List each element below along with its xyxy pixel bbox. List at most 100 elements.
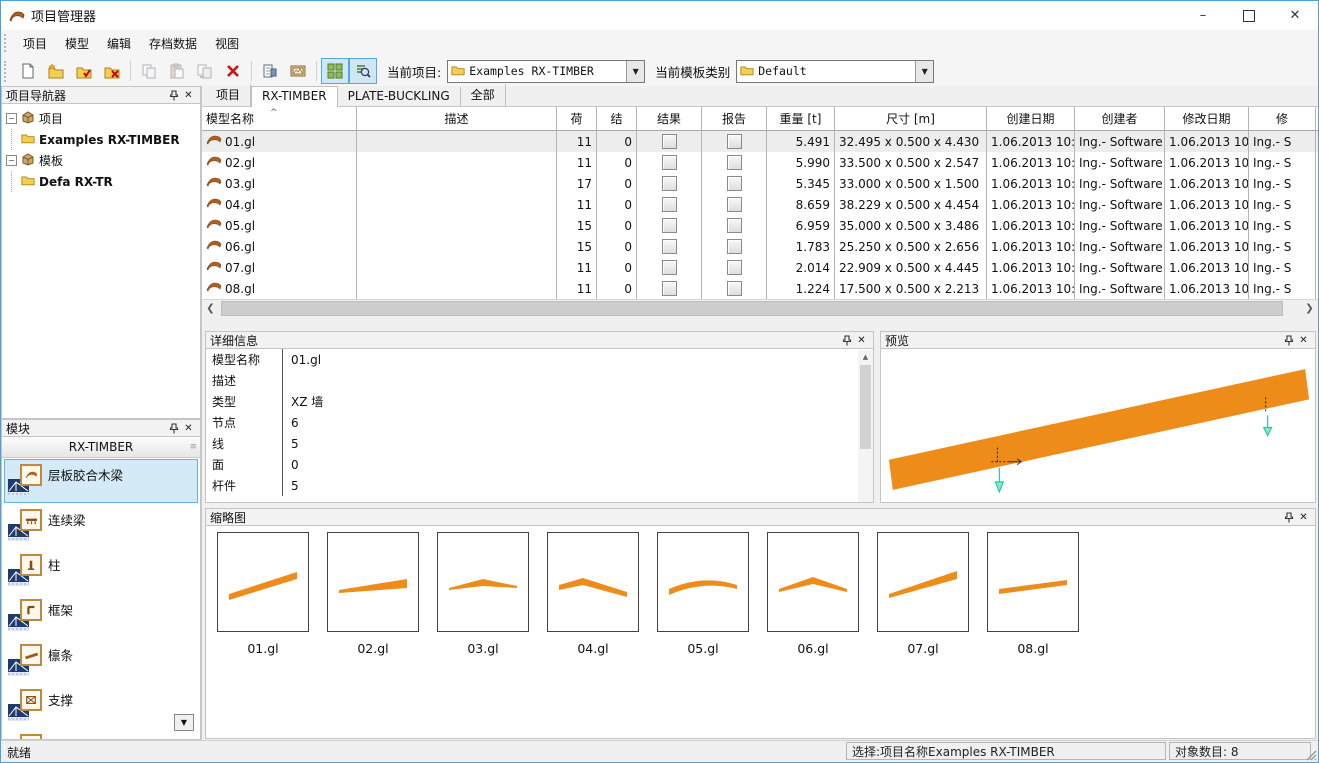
- details-pin-icon[interactable]: [839, 333, 854, 347]
- tab-项目[interactable]: 项目: [206, 84, 251, 106]
- thumbnail-item-05.gl[interactable]: 05.gl: [648, 532, 758, 656]
- module-item-frame[interactable]: 框架: [4, 594, 198, 638]
- details-scrollbar[interactable]: ▲: [858, 350, 873, 502]
- expander-minus-icon[interactable]: −: [6, 113, 17, 124]
- paste-button[interactable]: [163, 58, 191, 84]
- report-checkbox[interactable]: [727, 260, 742, 275]
- module-item-purlin[interactable]: 檩条: [4, 639, 198, 683]
- results-checkbox[interactable]: [662, 155, 677, 170]
- maximize-button[interactable]: [1226, 1, 1272, 30]
- thumbnail-item-03.gl[interactable]: 03.gl: [428, 532, 538, 656]
- thumbnails-close-icon[interactable]: ✕: [1296, 510, 1311, 524]
- table-row-01.gl[interactable]: 01.gl1105.49132.495 x 0.500 x 4.4301.06.…: [202, 131, 1318, 152]
- thumbnail-item-07.gl[interactable]: 07.gl: [868, 532, 978, 656]
- results-checkbox[interactable]: [662, 176, 677, 191]
- column-header-4[interactable]: 结: [597, 107, 637, 130]
- column-header-3[interactable]: 荷: [557, 107, 597, 130]
- thumbnail-item-06.gl[interactable]: 06.gl: [758, 532, 868, 656]
- delete-model-button[interactable]: [219, 58, 247, 84]
- column-header-2[interactable]: 描述: [357, 107, 557, 130]
- connect-project-button[interactable]: [70, 58, 98, 84]
- menu-item-4[interactable]: 存档数据: [140, 34, 206, 54]
- delete-project-button[interactable]: [98, 58, 126, 84]
- column-header-6[interactable]: 报告: [702, 107, 767, 130]
- expander-minus-icon[interactable]: −: [6, 155, 17, 166]
- column-header-7[interactable]: 重量 [t]: [767, 107, 835, 130]
- new-model-button[interactable]: [14, 58, 42, 84]
- thumbnail-image-slope-up-taper[interactable]: [877, 532, 969, 632]
- thumbnail-image-taper-right[interactable]: [327, 532, 419, 632]
- close-button[interactable]: ✕: [1272, 1, 1318, 30]
- copy-button[interactable]: [135, 58, 163, 84]
- thumbnail-image-slope-up[interactable]: [217, 532, 309, 632]
- template-category-dropdown-arrow-icon[interactable]: ▼: [915, 61, 933, 82]
- report-checkbox[interactable]: [727, 155, 742, 170]
- tab-全部[interactable]: 全部: [461, 84, 506, 106]
- duplicate-button[interactable]: [191, 58, 219, 84]
- column-header-8[interactable]: 尺寸 [m]: [835, 107, 987, 130]
- thumbnail-image-gable-peak[interactable]: [767, 532, 859, 632]
- results-checkbox[interactable]: [662, 134, 677, 149]
- table-row-07.gl[interactable]: 07.gl1102.01422.909 x 0.500 x 4.4451.06.…: [202, 257, 1318, 278]
- extract-archive-button[interactable]: [256, 58, 284, 84]
- column-header-10[interactable]: 创建者: [1075, 107, 1165, 130]
- new-project-button[interactable]: [42, 58, 70, 84]
- template-category-combobox[interactable]: Default ▼: [736, 60, 934, 83]
- navigator-close-icon[interactable]: ✕: [181, 88, 196, 102]
- preview-viewport[interactable]: [880, 349, 1316, 503]
- table-row-03.gl[interactable]: 03.gl1705.34533.000 x 0.500 x 1.5001.06.…: [202, 173, 1318, 194]
- thumbnail-item-01.gl[interactable]: 01.gl: [208, 532, 318, 656]
- module-item-bracing[interactable]: 支撑: [4, 684, 198, 728]
- menu-item-5[interactable]: 视图: [206, 34, 248, 54]
- table-row-04.gl[interactable]: 04.gl1108.65938.229 x 0.500 x 4.4541.06.…: [202, 194, 1318, 215]
- menu-item-1[interactable]: 项目: [14, 34, 56, 54]
- scroll-left-icon[interactable]: ❮: [202, 300, 219, 317]
- module-item-glulam-beam[interactable]: 层板胶合木梁: [4, 459, 198, 503]
- thumbnail-image-peak-left[interactable]: [547, 532, 639, 632]
- results-checkbox[interactable]: [662, 197, 677, 212]
- preview-close-icon[interactable]: ✕: [1296, 333, 1311, 347]
- preview-view-toggle[interactable]: [349, 58, 377, 84]
- report-checkbox[interactable]: [727, 176, 742, 191]
- thumbnails-view-toggle[interactable]: [321, 58, 349, 84]
- tree-leaf-2-1[interactable]: Defa RX-TR: [21, 171, 200, 192]
- report-checkbox[interactable]: [727, 239, 742, 254]
- module-item-column[interactable]: 柱: [4, 549, 198, 593]
- modules-group-header[interactable]: RX-TIMBER ≡: [2, 437, 200, 458]
- results-checkbox[interactable]: [662, 239, 677, 254]
- table-row-08.gl[interactable]: 08.gl1101.22417.500 x 0.500 x 2.2131.06.…: [202, 278, 1318, 299]
- current-project-dropdown-arrow-icon[interactable]: ▼: [626, 61, 644, 82]
- archive-button[interactable]: [284, 58, 312, 84]
- column-header-1[interactable]: 模型名称^: [202, 107, 357, 130]
- report-checkbox[interactable]: [727, 218, 742, 233]
- column-header-12[interactable]: 修: [1249, 107, 1316, 130]
- minimize-button[interactable]: –: [1180, 1, 1226, 30]
- tab-plate-buckling[interactable]: PLATE-BUCKLING: [338, 87, 461, 106]
- report-checkbox[interactable]: [727, 281, 742, 296]
- thumbnail-item-04.gl[interactable]: 04.gl: [538, 532, 648, 656]
- table-horizontal-scrollbar[interactable]: ❮ ❯: [202, 299, 1318, 317]
- results-checkbox[interactable]: [662, 260, 677, 275]
- tab-rx-timber[interactable]: RX-TIMBER: [251, 86, 338, 107]
- current-project-combobox[interactable]: Examples RX-TIMBER ▼: [447, 60, 645, 83]
- thumbnail-image-fish-peak[interactable]: [437, 532, 529, 632]
- module-item-continuous-beam[interactable]: 连续梁: [4, 504, 198, 548]
- scrollbar-thumb[interactable]: [860, 365, 871, 449]
- column-header-11[interactable]: 修改日期: [1165, 107, 1249, 130]
- navigator-pin-icon[interactable]: [166, 88, 181, 102]
- module-item-roof[interactable]: 屋面: [4, 729, 198, 740]
- scroll-right-icon[interactable]: ❯: [1301, 300, 1318, 317]
- modules-scroll-down-button[interactable]: ▼: [174, 714, 194, 731]
- thumbnails-pin-icon[interactable]: [1281, 510, 1296, 524]
- modules-close-icon[interactable]: ✕: [181, 421, 196, 435]
- report-checkbox[interactable]: [727, 134, 742, 149]
- results-checkbox[interactable]: [662, 218, 677, 233]
- scroll-up-icon[interactable]: ▲: [858, 350, 873, 364]
- table-row-05.gl[interactable]: 05.gl1506.95935.000 x 0.500 x 3.4861.06.…: [202, 215, 1318, 236]
- thumbnail-image-camber-arch[interactable]: [657, 532, 749, 632]
- column-header-9[interactable]: 创建日期: [987, 107, 1075, 130]
- tree-node-2[interactable]: −模板: [2, 150, 200, 171]
- results-checkbox[interactable]: [662, 281, 677, 296]
- thumbnail-item-02.gl[interactable]: 02.gl: [318, 532, 428, 656]
- table-row-06.gl[interactable]: 06.gl1501.78325.250 x 0.500 x 2.6561.06.…: [202, 236, 1318, 257]
